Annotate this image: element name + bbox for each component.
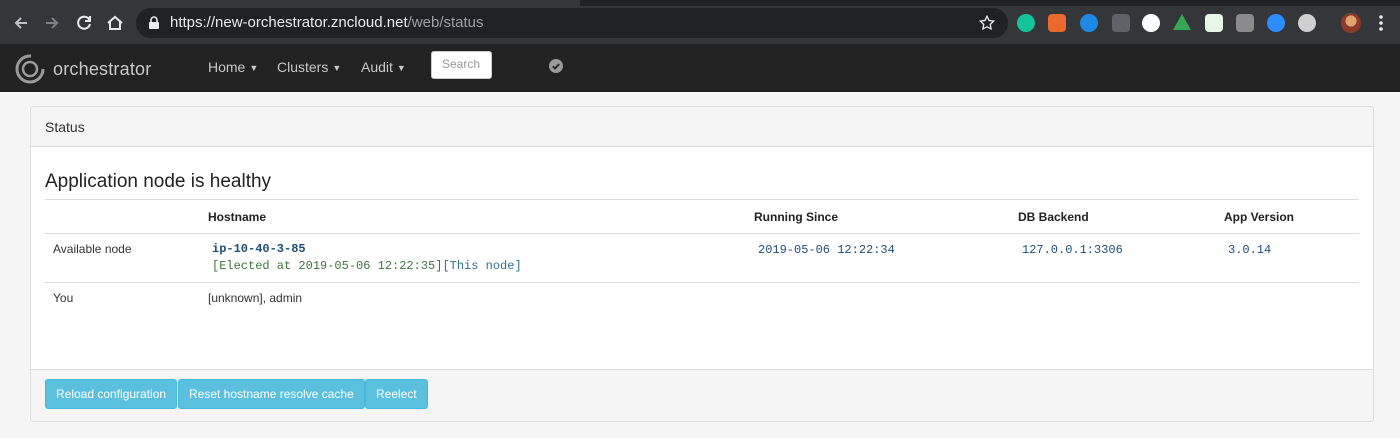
nav-audit-label: Audit — [361, 59, 393, 75]
brand-name: orchestrator — [53, 58, 152, 79]
column-header-db-backend: DB Backend — [1010, 199, 1216, 234]
reload-icon[interactable] — [73, 12, 95, 34]
brand[interactable]: orchestrator — [14, 53, 151, 85]
column-header — [45, 199, 200, 234]
running-since-value: 2019-05-06 12:22:34 — [758, 243, 895, 257]
health-title: Application node is healthy — [45, 171, 272, 192]
check-circle-icon[interactable] — [549, 59, 563, 73]
nav-clusters-label: Clusters — [277, 59, 329, 75]
table-row: Available node ip-10-40-3-85 [Elected at… — [45, 233, 1359, 283]
caret-down-icon: ▼ — [249, 63, 259, 74]
caret-down-icon: ▼ — [332, 63, 342, 74]
row-label: Available node — [45, 233, 200, 283]
office-extension-icon[interactable] — [1048, 14, 1066, 32]
profile-avatar[interactable] — [1341, 13, 1361, 33]
search-input[interactable]: Search — [431, 51, 492, 79]
app-navbar: orchestrator Home ▼ Clusters ▼ Audit ▼ Sear… — [0, 44, 1400, 92]
nav-clusters-dropdown[interactable]: Clusters ▼ — [277, 59, 341, 75]
hostname-value: ip-10-40-3-85 — [212, 242, 306, 256]
forward-arrow-icon[interactable] — [41, 12, 63, 34]
column-header-app-version: App Version — [1216, 199, 1359, 234]
tab-strip — [0, 0, 1400, 6]
elected-tag: [Elected at 2019-05-06 12:22:35] — [212, 259, 443, 273]
drive-extension-icon[interactable] — [1173, 14, 1191, 30]
orchestrator-logo-icon — [15, 54, 45, 84]
reset-hostname-cache-button[interactable]: Reset hostname resolve cache — [178, 379, 365, 409]
back-arrow-icon[interactable] — [10, 12, 32, 34]
db-backend-value: 127.0.0.1:3306 — [1022, 243, 1123, 257]
column-header-hostname: Hostname — [200, 199, 746, 234]
running-since-cell: 2019-05-06 12:22:34 — [746, 233, 1010, 283]
bookmark-star-icon[interactable] — [978, 14, 996, 32]
reload-configuration-button[interactable]: Reload configuration — [45, 379, 178, 409]
table-row: You [unknown], admin — [45, 283, 1359, 315]
sheet-extension-icon[interactable] — [1205, 14, 1223, 32]
address-bar[interactable]: https://new-orchestrator.zncloud.net/web… — [136, 8, 1008, 38]
panel-footer: Reload configuration Reset hostname reso… — [31, 369, 1373, 421]
url-text[interactable]: https://new-orchestrator.zncloud.net/web… — [170, 14, 484, 31]
column-header-running-since: Running Since — [746, 199, 1010, 234]
app-version-cell: 3.0.14 — [1216, 233, 1359, 283]
lock-icon — [149, 16, 159, 29]
panel-heading: Status — [31, 107, 1373, 147]
table-header-row: Hostname Running Since DB Backend App Ve… — [45, 199, 1359, 234]
db-backend-cell: 127.0.0.1:3306 — [1010, 233, 1216, 283]
active-tab[interactable] — [0, 0, 580, 6]
status-table: Hostname Running Since DB Backend App Ve… — [45, 199, 1359, 315]
browser-toolbar: https://new-orchestrator.zncloud.net/web… — [0, 0, 1400, 44]
row-label: You — [53, 291, 74, 305]
reelect-button[interactable]: Reelect — [365, 379, 428, 409]
grammarly-extension-icon[interactable] — [1017, 14, 1035, 32]
hostname-cell: ip-10-40-3-85 [Elected at 2019-05-06 12:… — [200, 233, 746, 283]
record-extension-icon[interactable] — [1298, 14, 1316, 32]
app-version-value: 3.0.14 — [1228, 243, 1272, 257]
node-tags: [Elected at 2019-05-06 12:22:35][This no… — [208, 259, 738, 273]
chrome-menu-icon[interactable] — [1374, 14, 1388, 32]
clock-extension-icon[interactable] — [1142, 14, 1160, 32]
nav-home-dropdown[interactable]: Home ▼ — [208, 59, 258, 75]
user-value: [unknown], admin — [208, 291, 303, 305]
z-extension-icon[interactable] — [1236, 14, 1254, 32]
home-icon[interactable] — [104, 12, 126, 34]
this-node-tag: [This node] — [442, 259, 522, 273]
zoom-extension-icon[interactable] — [1267, 14, 1285, 32]
nav-home-label: Home — [208, 59, 246, 75]
caret-down-icon: ▼ — [396, 63, 406, 74]
dots-extension-icon[interactable] — [1112, 14, 1130, 32]
status-panel: Status Application node is healthy Hostn… — [30, 106, 1374, 422]
circle-extension-icon[interactable] — [1080, 14, 1098, 32]
nav-audit-dropdown[interactable]: Audit ▼ — [361, 59, 406, 75]
search-placeholder: Search — [442, 57, 481, 71]
